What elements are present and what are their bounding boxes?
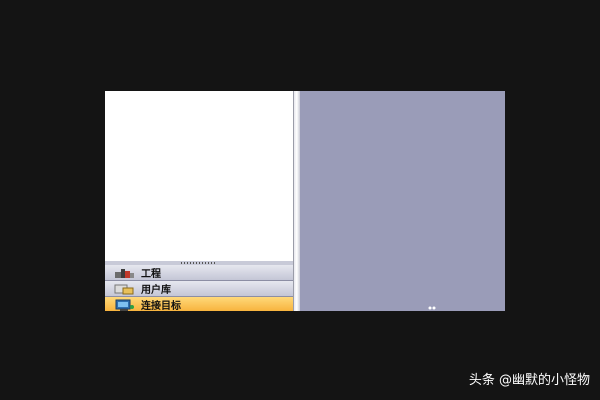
nav-item-project[interactable]: 工程 [105, 265, 293, 281]
nav-item-label: 连接目标 [141, 301, 181, 311]
nav-item-connection-target[interactable]: 连接目标 [105, 297, 293, 311]
navigation-pane: 工程 用户库 连接目标 [105, 91, 293, 311]
project-icon [113, 266, 137, 279]
app-window: 工程 用户库 连接目标 [105, 91, 505, 311]
watermark-text: 头条 @幽默的小怪物 [468, 373, 590, 388]
nav-item-label: 用户库 [141, 285, 171, 296]
cursor-artifact-icon [428, 306, 436, 310]
nav-item-label: 工程 [141, 269, 161, 280]
workspace-area[interactable] [300, 91, 505, 311]
nav-list: 工程 用户库 连接目标 [105, 265, 293, 311]
connection-target-icon [113, 298, 137, 311]
user-library-icon [113, 282, 137, 295]
grip-dots [181, 262, 217, 264]
tree-view-area[interactable] [105, 91, 293, 261]
nav-item-user-library[interactable]: 用户库 [105, 281, 293, 297]
